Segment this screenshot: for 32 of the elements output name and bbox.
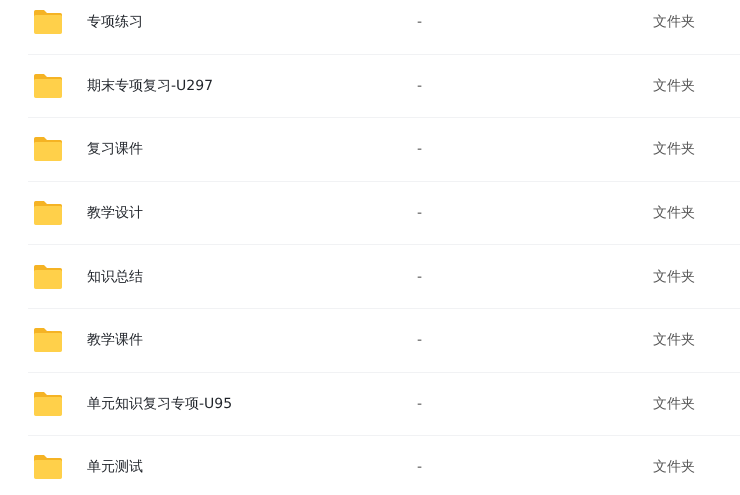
file-name[interactable]: 单元知识复习专项-U95 [87, 394, 417, 413]
file-size: - [417, 268, 424, 285]
file-type: 文件夹 [653, 204, 696, 222]
file-type: 文件夹 [653, 13, 696, 32]
folder-icon [33, 390, 63, 417]
file-name[interactable]: 教学课件 [87, 331, 417, 350]
folder-icon [33, 454, 63, 480]
file-name[interactable]: 复习课件 [87, 140, 417, 158]
folder-icon [33, 136, 63, 162]
file-name[interactable]: 期末专项复习-U297 [87, 76, 417, 95]
file-type: 文件夹 [653, 140, 696, 158]
folder-icon [33, 327, 63, 354]
file-size: - [417, 396, 424, 412]
file-type: 文件夹 [653, 394, 696, 413]
file-size: - [417, 14, 424, 30]
file-size: - [417, 205, 424, 222]
folder-icon [33, 72, 63, 99]
file-name[interactable]: 单元测试 [87, 458, 417, 476]
file-type: 文件夹 [653, 268, 696, 286]
folder-icon [33, 264, 63, 290]
file-name[interactable]: 专项练习 [87, 13, 417, 32]
file-size: - [417, 459, 424, 476]
file-type: 文件夹 [653, 331, 696, 350]
folder-icon [33, 200, 63, 226]
folder-icon [33, 9, 63, 36]
file-name[interactable]: 教学设计 [87, 204, 417, 222]
file-size: - [417, 332, 424, 348]
file-size: - [417, 141, 424, 158]
file-type: 文件夹 [653, 458, 696, 476]
file-type: 文件夹 [653, 76, 696, 95]
file-name[interactable]: 知识总结 [87, 268, 417, 286]
file-size: - [417, 78, 424, 94]
